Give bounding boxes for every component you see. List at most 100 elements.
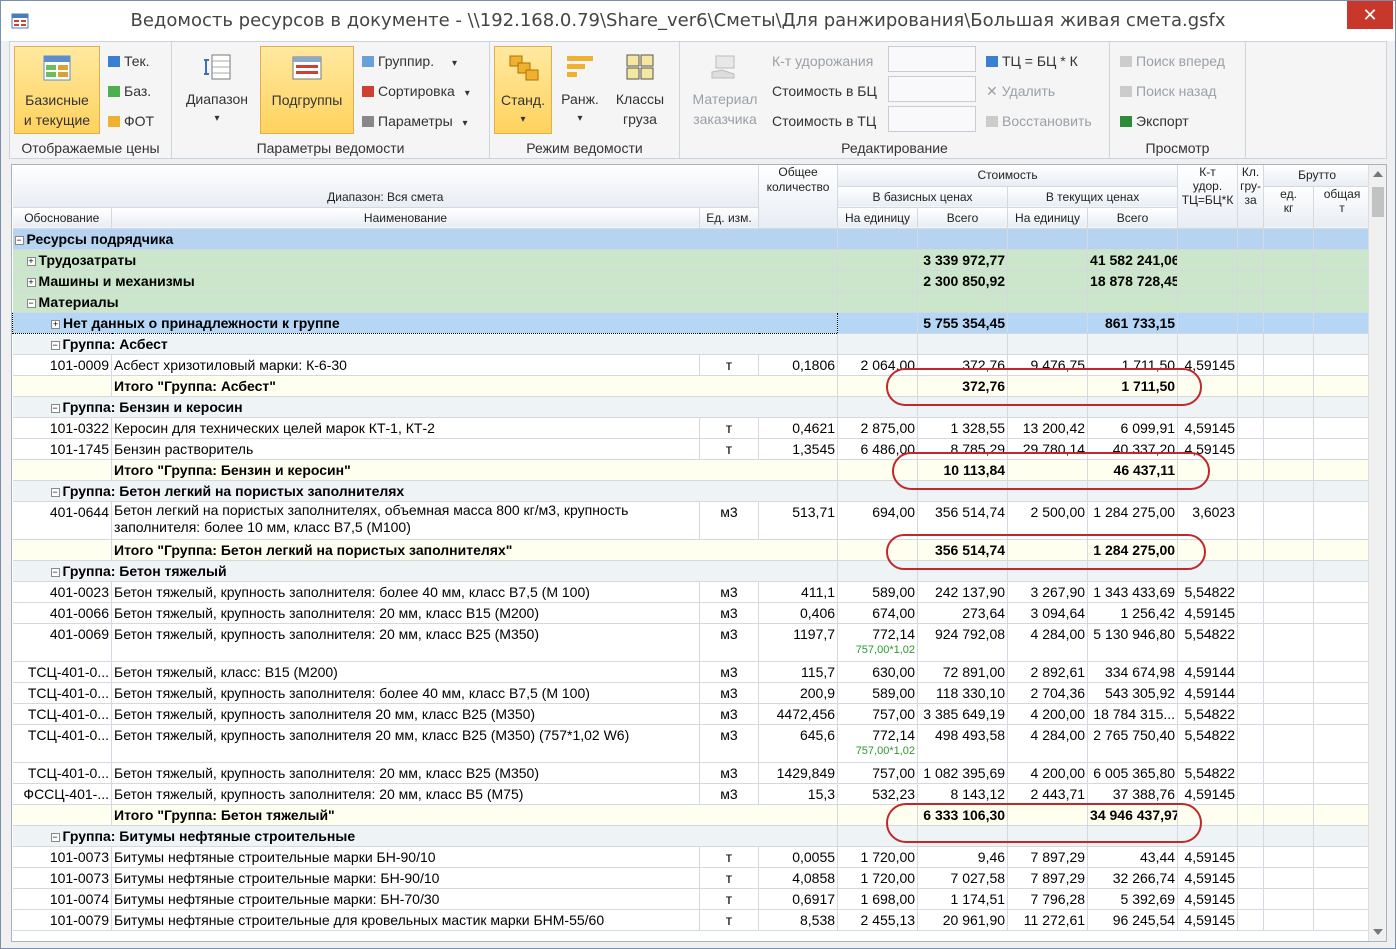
base-total-header[interactable]: Всего xyxy=(917,207,1009,229)
cur-per-unit-header[interactable]: На единицу xyxy=(1007,207,1089,229)
table-row[interactable]: 401-0069 Бетон тяжелый, крупность заполни… xyxy=(12,623,1372,662)
category-row[interactable]: + Нет данных о принадлежности к группе 5 7… xyxy=(12,311,1372,334)
rank-button[interactable]: Ранж. ▾ xyxy=(556,46,604,134)
search-forward-button[interactable]: Поиск вперед xyxy=(1120,50,1225,72)
formula-button[interactable]: ТЦ = БЦ * К xyxy=(986,50,1078,72)
collapse-icon[interactable]: − xyxy=(50,567,60,577)
kt-cell: 4,59144 xyxy=(1177,661,1239,683)
baz-button[interactable]: Баз. xyxy=(108,80,151,102)
table-row[interactable]: 101-0009 Асбест хризотиловый марки: К-6-3… xyxy=(12,354,1372,376)
table-row[interactable]: 401-0066 Бетон тяжелый, крупность заполни… xyxy=(12,602,1372,624)
kt-cell: 4,59145 xyxy=(1177,909,1239,931)
total-row[interactable]: Итого "Группа: Бетон тяжелый" 6 333 106,3… xyxy=(12,804,1372,826)
root-row[interactable]: − Ресурсы подрядчика xyxy=(12,228,1372,250)
collapse-icon[interactable]: − xyxy=(50,832,60,842)
base-unit-cell: 589,00 xyxy=(837,581,919,603)
unit-kg-2: кг xyxy=(1283,200,1294,215)
fot-button[interactable]: ФОТ xyxy=(108,110,154,132)
scroll-down-icon[interactable] xyxy=(1373,929,1383,935)
group-row[interactable]: − Группа: Бензин и керосин xyxy=(12,396,1372,418)
base-per-unit-header[interactable]: На единицу xyxy=(837,207,919,229)
base-unit-value: 772,14 xyxy=(872,625,916,642)
table-row[interactable]: ТСЦ-401-0... Бетон тяжелый, крупность зап… xyxy=(12,703,1372,725)
name-cell: Бетон тяжелый, крупность заполнителя: 20… xyxy=(111,762,700,784)
table-row[interactable]: 101-0074 Битумы нефтяные строительные мар… xyxy=(12,888,1372,910)
parameters-button[interactable]: Параметры ▾ xyxy=(362,110,468,132)
group-row[interactable]: − Группа: Битумы нефтяные строительные xyxy=(12,825,1372,847)
cur-total-cell: 6 005 365,80 xyxy=(1087,762,1179,784)
scroll-up-icon[interactable] xyxy=(1373,171,1383,177)
category-row[interactable]: − Материалы xyxy=(12,291,1372,313)
total-row[interactable]: Итого "Группа: Асбест" 372,76 1 711,50 xyxy=(12,375,1372,397)
unit-kg-header[interactable]: ед. кг xyxy=(1263,186,1315,229)
vertical-scrollbar[interactable] xyxy=(1368,165,1386,941)
basis-header[interactable]: Обоснование xyxy=(12,207,112,229)
empty-cell xyxy=(1237,846,1265,868)
group-row[interactable]: − Группа: Бетон легкий на пористых заполн… xyxy=(12,480,1372,502)
range-button[interactable]: Диапазон ▾ xyxy=(178,46,256,134)
sort-button[interactable]: Сортировка ▾ xyxy=(362,80,470,102)
restore-button[interactable]: Восстановить xyxy=(986,110,1092,132)
kt-header[interactable]: К-т удор. ТЦ=БЦ*К xyxy=(1177,165,1239,229)
subgroups-icon xyxy=(292,56,322,80)
collapse-icon[interactable]: − xyxy=(50,340,60,350)
search-back-button[interactable]: Поиск назад xyxy=(1120,80,1216,102)
total-t-header[interactable]: общая т xyxy=(1313,186,1372,229)
table-row[interactable]: 101-0073 Битумы нефтяные строительные мар… xyxy=(12,867,1372,889)
table-row[interactable]: 101-0079 Битумы нефтяные строительные для… xyxy=(12,909,1372,931)
empty-cell xyxy=(1237,825,1265,847)
base-current-button[interactable]: Базисные и текущие xyxy=(14,46,100,134)
kt-field[interactable] xyxy=(888,46,976,72)
expand-icon[interactable]: + xyxy=(26,256,36,266)
empty-cell xyxy=(1263,661,1315,683)
close-button[interactable]: ✕ xyxy=(1347,1,1393,29)
table-row[interactable]: ТСЦ-401-0... Бетон тяжелый, крупность зап… xyxy=(12,682,1372,704)
table-row[interactable]: ТСЦ-401-0... Бетон тяжелый, класс: В15 (М… xyxy=(12,661,1372,683)
empty-cell xyxy=(1177,333,1239,355)
unit-header[interactable]: Ед. изм. xyxy=(699,207,760,229)
total-qty-header[interactable]: Общее количество xyxy=(758,165,839,229)
std-button[interactable]: Станд. ▾ xyxy=(494,46,552,134)
group-row[interactable]: − Группа: Бетон тяжелый xyxy=(12,560,1372,582)
total-row[interactable]: Итого "Группа: Бетон легкий на пористых … xyxy=(12,539,1372,561)
table-row[interactable]: 401-0644 Бетон легкий на пористых заполни… xyxy=(12,501,1372,540)
total-row[interactable]: Итого "Группа: Бензин и керосин" 10 113,8… xyxy=(12,459,1372,481)
basis-cell: 101-0322 xyxy=(12,417,112,439)
base-unit-cell: 2 455,13 xyxy=(837,909,919,931)
expand-icon[interactable]: + xyxy=(51,319,60,329)
name-header[interactable]: Наименование xyxy=(111,207,700,229)
export-button[interactable]: Экспорт xyxy=(1120,110,1189,132)
table-row[interactable]: ФССЦ-401-... Бетон тяжелый, крупность зап… xyxy=(12,783,1372,805)
kt-header-2: удор. xyxy=(1192,179,1223,193)
group-button[interactable]: Группир. ▾ xyxy=(362,50,457,72)
customer-material-button[interactable]: Материал заказчика xyxy=(684,46,766,134)
table-row[interactable]: 101-0073 Битумы нефтяные строительные мар… xyxy=(12,846,1372,868)
expand-icon[interactable]: + xyxy=(26,277,36,287)
category-row[interactable]: + Трудозатраты 3 339 972,77 41 582 241,06 xyxy=(12,249,1372,271)
table-row[interactable]: ТСЦ-401-0... Бетон тяжелый, крупность зап… xyxy=(12,762,1372,784)
table-row[interactable]: 101-1745 Бензин растворитель т 1,3545 6 486,… xyxy=(12,438,1372,460)
delete-button[interactable]: ✕ Удалить xyxy=(986,80,1055,102)
table-row[interactable]: ТСЦ-401-0... Бетон тяжелый, крупность зап… xyxy=(12,724,1372,763)
collapse-icon[interactable]: − xyxy=(50,487,60,497)
collapse-icon[interactable]: − xyxy=(14,235,24,245)
table-row[interactable]: 101-0322 Керосин для технических целей ма… xyxy=(12,417,1372,439)
scroll-thumb[interactable] xyxy=(1372,187,1384,217)
collapse-icon[interactable]: − xyxy=(26,298,36,308)
name-cell: Бетон тяжелый, крупность заполнителя: бо… xyxy=(111,581,700,603)
tek-button[interactable]: Тек. xyxy=(108,50,150,72)
cost-tc-field[interactable] xyxy=(888,106,976,132)
cargo-classes-button[interactable]: Классы груза xyxy=(608,46,672,134)
subgroups-button[interactable]: Подгруппы xyxy=(260,46,354,134)
name-cell: Керосин для технических целей марок КТ-1… xyxy=(111,417,700,439)
cur-total-header[interactable]: Всего xyxy=(1087,207,1179,229)
table-row[interactable]: 401-0023 Бетон тяжелый, крупность заполни… xyxy=(12,581,1372,603)
collapse-icon[interactable]: − xyxy=(50,403,60,413)
base-current-label-1: Базисные xyxy=(25,92,89,108)
category-row[interactable]: + Машины и механизмы 2 300 850,92 18 878 72… xyxy=(12,270,1372,292)
qty-cell: 1197,7 xyxy=(758,623,839,662)
qty-cell: 15,3 xyxy=(758,783,839,805)
cargo-class-header[interactable]: Кл. гру-за xyxy=(1237,165,1265,229)
cost-bc-field[interactable] xyxy=(888,76,976,102)
group-row[interactable]: − Группа: Асбест xyxy=(12,333,1372,355)
